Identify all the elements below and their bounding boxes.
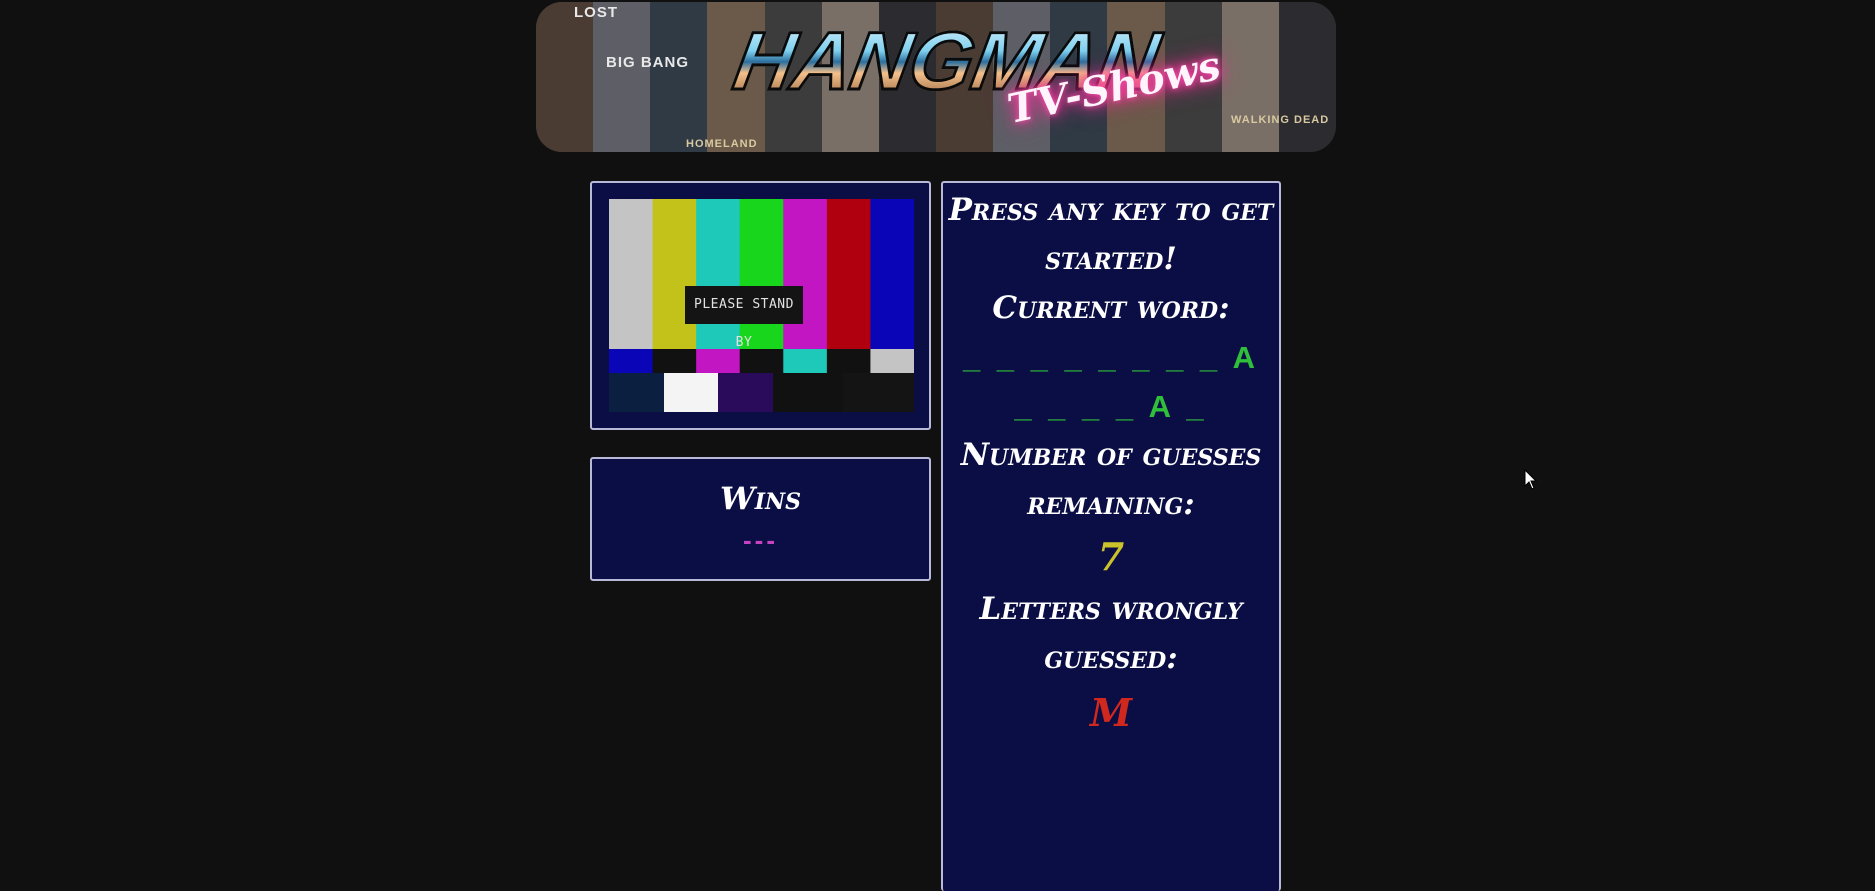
poster-label: WALKING DEAD bbox=[1231, 114, 1330, 126]
wrong-letters: M bbox=[1089, 690, 1133, 735]
poster-label: BIG BANG bbox=[606, 54, 689, 71]
color-bar-bottom bbox=[609, 373, 664, 412]
wins-title: Wins bbox=[719, 481, 802, 517]
poster-label: HOMELAND bbox=[686, 138, 758, 150]
hangman-banner: LOST BIG BANG HOMELAND WALKING DEAD HANG… bbox=[536, 2, 1336, 152]
color-bar-bottom bbox=[843, 373, 914, 412]
color-bar-mid bbox=[696, 349, 741, 373]
color-bar bbox=[826, 199, 871, 349]
color-bar bbox=[870, 199, 914, 349]
wins-count: --- bbox=[743, 525, 778, 555]
color-bar-mid bbox=[783, 349, 828, 373]
color-bar bbox=[652, 199, 697, 349]
game-panel: Press any key to get started! Current wo… bbox=[941, 181, 1281, 891]
test-card-image: PLEASE STAND BY bbox=[609, 199, 914, 412]
page: LOST BIG BANG HOMELAND WALKING DEAD HANG… bbox=[0, 0, 1875, 891]
color-bar-bottom bbox=[664, 373, 718, 412]
wrong-letters-label: Letters wrongly guessed: bbox=[979, 591, 1243, 676]
guesses-label: Number of guesses remaining: bbox=[960, 437, 1262, 522]
color-bar bbox=[609, 199, 654, 349]
color-bar-mid bbox=[826, 349, 871, 373]
mouse-cursor-icon bbox=[1524, 469, 1538, 490]
standby-label: PLEASE STAND BY bbox=[685, 286, 803, 350]
current-word-label: Current word: bbox=[992, 290, 1230, 326]
color-bar-mid bbox=[652, 349, 697, 373]
current-word: _ _ _ _ _ _ _ _ A _ _ _ _ A _ bbox=[962, 340, 1260, 424]
color-bar-bottom bbox=[718, 373, 773, 412]
color-bar-bottom bbox=[773, 373, 843, 412]
color-bar bbox=[783, 199, 828, 349]
color-bar-mid bbox=[870, 349, 914, 373]
color-bar bbox=[696, 199, 741, 349]
guesses-remaining: 7 bbox=[1097, 534, 1125, 579]
poster-label: LOST bbox=[574, 4, 618, 21]
tv-panel: PLEASE STAND BY bbox=[590, 181, 931, 430]
wins-panel: Wins --- bbox=[590, 457, 931, 581]
start-prompt: Press any key to get started! bbox=[948, 192, 1274, 277]
color-bar-mid bbox=[609, 349, 654, 373]
